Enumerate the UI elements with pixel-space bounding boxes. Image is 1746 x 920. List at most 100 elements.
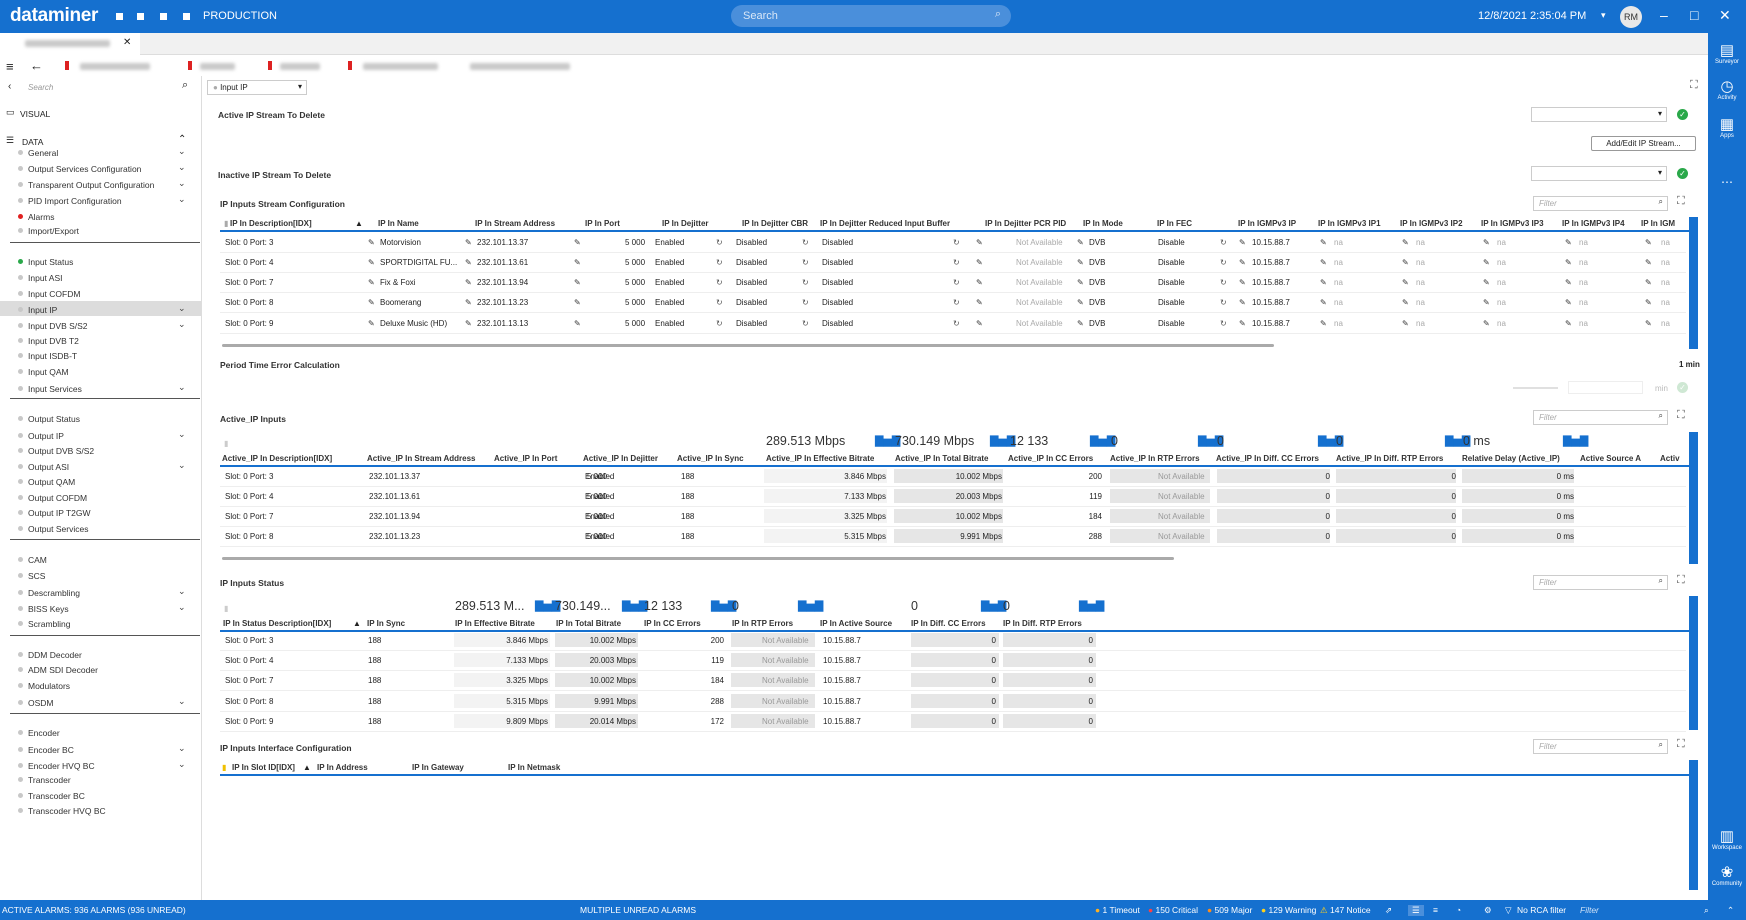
major-count[interactable]: 509 Major — [1215, 905, 1253, 915]
active-inputs-header[interactable]: Active Source A — [1580, 454, 1641, 463]
search-icon[interactable]: ⌕ — [1659, 576, 1663, 586]
edit-pencil-icon[interactable]: ✎ — [1239, 298, 1246, 307]
square-icon[interactable] — [116, 13, 123, 20]
sidebar-data[interactable]: DATA — [22, 137, 43, 147]
notice-count[interactable]: 147 Notice — [1330, 905, 1371, 915]
sidebar-item[interactable]: Input Status — [28, 257, 73, 267]
sort-asc-icon[interactable]: ▲ — [303, 763, 311, 772]
sidebar-item[interactable]: Transcoder HVQ BC — [28, 806, 106, 816]
edit-pencil-icon[interactable]: ✎ — [976, 278, 983, 287]
sidebar-item[interactable]: Descrambling — [28, 588, 80, 598]
edit-pencil-icon[interactable]: ✎ — [1645, 319, 1652, 328]
status-header[interactable]: IP In Status Description[IDX] — [223, 619, 331, 628]
sidebar-item[interactable]: OSDM — [28, 698, 54, 708]
status-filter[interactable]: Filter ⌕ — [1533, 575, 1668, 590]
bar-chart-icon[interactable]: ▇▅▇ — [1079, 599, 1104, 612]
fullscreen-icon[interactable]: ⛶ — [1690, 79, 1698, 92]
sidebar-item[interactable]: Input ASI — [28, 273, 63, 283]
refresh-icon[interactable]: ↻ — [716, 319, 723, 328]
sidebar-item[interactable]: General — [28, 148, 58, 158]
chevron-down-icon[interactable]: ⌄ — [178, 759, 186, 770]
active-inputs-header[interactable]: Active_IP In Diff. RTP Errors — [1336, 454, 1443, 463]
surveyor-button[interactable]: ▤ Surveyor — [1708, 41, 1746, 65]
edit-pencil-icon[interactable]: ✎ — [1077, 238, 1084, 247]
maximize-icon[interactable]: □ — [1690, 7, 1698, 23]
close-tab-icon[interactable]: ✕ — [123, 37, 131, 48]
active-inputs-header[interactable]: Relative Delay (Active_IP) — [1462, 454, 1560, 463]
chevron-up-icon[interactable]: ⌃ — [1727, 905, 1734, 916]
refresh-icon[interactable]: ↻ — [1220, 298, 1227, 307]
edit-pencil-icon[interactable]: ✎ — [1483, 278, 1490, 287]
edit-pencil-icon[interactable]: ✎ — [1645, 298, 1652, 307]
statusbar-filter-input[interactable]: Filter — [1580, 905, 1599, 915]
sidebar-item[interactable]: Input QAM — [28, 367, 69, 377]
settings-icon[interactable]: ⚙ — [1484, 905, 1492, 916]
edit-pencil-icon[interactable]: ✎ — [1239, 258, 1246, 267]
sidebar-item[interactable]: Input DVB T2 — [28, 336, 79, 346]
sidebar-item[interactable]: Import/Export — [28, 226, 79, 236]
vertical-scrollbar[interactable] — [1689, 760, 1698, 890]
refresh-icon[interactable]: ↻ — [1220, 238, 1227, 247]
edit-pencil-icon[interactable]: ✎ — [1077, 278, 1084, 287]
chevron-down-icon[interactable]: ▾ — [1601, 10, 1606, 21]
community-button[interactable]: ❀ Community — [1708, 863, 1746, 887]
pie-icon[interactable]: ◔ — [1456, 905, 1461, 915]
edit-pencil-icon[interactable]: ✎ — [1320, 238, 1327, 247]
edit-pencil-icon[interactable]: ✎ — [1320, 298, 1327, 307]
edit-pencil-icon[interactable]: ✎ — [1483, 298, 1490, 307]
add-edit-stream-button[interactable]: Add/Edit IP Stream... — [1591, 136, 1696, 151]
edit-pencil-icon[interactable]: ✎ — [1402, 278, 1409, 287]
search-icon[interactable]: ⌕ — [182, 79, 188, 92]
edit-pencil-icon[interactable]: ✎ — [1483, 258, 1490, 267]
active-inputs-header[interactable]: Active_IP In RTP Errors — [1110, 454, 1200, 463]
edit-pencil-icon[interactable]: ✎ — [465, 258, 472, 267]
sidebar-item[interactable]: Input COFDM — [28, 289, 80, 299]
refresh-icon[interactable]: ↻ — [802, 298, 809, 307]
back-arrow-icon[interactable]: ← — [30, 58, 43, 73]
chevron-left-icon[interactable]: ‹ — [8, 81, 11, 92]
timeout-count[interactable]: 1 Timeout — [1103, 905, 1140, 915]
edit-pencil-icon[interactable]: ✎ — [1565, 238, 1572, 247]
sidebar-item[interactable]: Transcoder BC — [28, 791, 85, 801]
active-inputs-filter[interactable]: Filter ⌕ — [1533, 410, 1668, 425]
edit-pencil-icon[interactable]: ✎ — [368, 319, 375, 328]
active-inputs-header[interactable]: Active_IP In Dejitter — [583, 454, 658, 463]
sidebar-item[interactable]: Output ASI — [28, 462, 69, 472]
horizontal-scrollbar[interactable] — [222, 557, 1174, 560]
close-icon[interactable]: ✕ — [1719, 7, 1731, 24]
vertical-scrollbar[interactable] — [1689, 432, 1698, 564]
stream-config-header[interactable]: IP In Dejitter PCR PID — [985, 219, 1066, 228]
filter-lines-icon[interactable]: ≡ — [1433, 905, 1438, 915]
sidebar-item[interactable]: Encoder HVQ BC — [28, 761, 95, 771]
refresh-icon[interactable]: ↻ — [1220, 319, 1227, 328]
chevron-down-icon[interactable]: ⌄ — [178, 586, 186, 597]
sidebar-item[interactable]: Output Status — [28, 414, 80, 424]
fullscreen-icon[interactable]: ⛶ — [1677, 574, 1685, 587]
sidebar-item[interactable]: Alarms — [28, 212, 54, 222]
global-search-input[interactable]: Search ⌕ — [731, 5, 1011, 27]
app-logo[interactable]: dataminer — [10, 5, 98, 27]
refresh-icon[interactable]: ↻ — [716, 258, 723, 267]
chevron-down-icon[interactable]: ⌄ — [178, 319, 186, 330]
edit-pencil-icon[interactable]: ✎ — [1320, 258, 1327, 267]
edit-pencil-icon[interactable]: ✎ — [1402, 319, 1409, 328]
refresh-icon[interactable]: ↻ — [716, 278, 723, 287]
active-inputs-header[interactable]: Active_IP In Description[IDX] — [222, 454, 332, 463]
stream-config-header[interactable]: IP In IGMPv3 IP4 — [1562, 219, 1625, 228]
edit-pencil-icon[interactable]: ✎ — [976, 258, 983, 267]
sidebar-item[interactable]: ADM SDI Decoder — [28, 665, 98, 675]
minimize-icon[interactable]: – — [1660, 7, 1668, 23]
status-header[interactable]: IP In Total Bitrate — [556, 619, 621, 628]
inactive-delete-select[interactable]: ▾ — [1531, 166, 1667, 181]
list-view-icon[interactable]: ☰ — [1408, 905, 1424, 916]
status-header[interactable]: IP In Sync — [367, 619, 405, 628]
edit-pencil-icon[interactable]: ✎ — [1565, 258, 1572, 267]
stream-config-header[interactable]: IP In IGMPv3 IP3 — [1481, 219, 1544, 228]
vertical-scrollbar[interactable] — [1689, 217, 1698, 349]
edit-pencil-icon[interactable]: ✎ — [368, 298, 375, 307]
edit-pencil-icon[interactable]: ✎ — [574, 258, 581, 267]
refresh-icon[interactable]: ↻ — [953, 298, 960, 307]
rca-filter-text[interactable]: No RCA filter — [1517, 905, 1566, 915]
refresh-icon[interactable]: ↻ — [802, 319, 809, 328]
status-header[interactable]: IP In Effective Bitrate — [455, 619, 535, 628]
